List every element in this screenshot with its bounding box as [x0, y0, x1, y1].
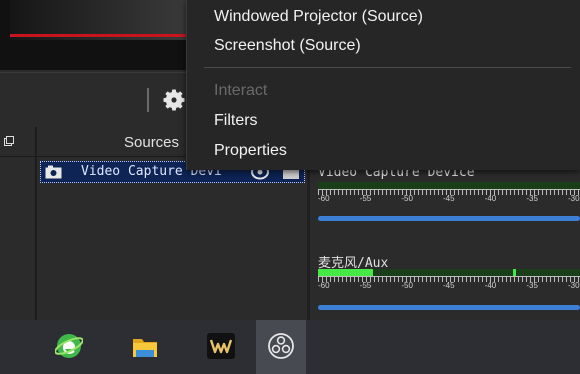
meter-scale-label: -35 — [526, 194, 538, 203]
scenes-panel — [0, 127, 36, 320]
file-explorer-icon — [133, 339, 157, 357]
meter-scale-label: -55 — [359, 194, 372, 203]
menu-item-properties[interactable]: Properties — [214, 142, 287, 160]
meter-scale-label: -60 — [318, 281, 330, 290]
meter-scale-label: -50 — [401, 194, 413, 203]
taskbar-app-wps[interactable] — [196, 320, 246, 374]
internet-explorer-icon — [55, 334, 83, 358]
meter-scale: -60 -55 -50 -45 -40 -35 -30 — [318, 194, 580, 206]
taskbar-app-ie[interactable] — [44, 320, 94, 374]
volume-slider[interactable] — [318, 305, 580, 310]
meter-scale-label: -55 — [359, 281, 372, 290]
undock-icon[interactable] — [4, 136, 14, 146]
wps-office-icon — [207, 333, 235, 359]
menu-item-windowed-projector[interactable]: Windowed Projector (Source) — [214, 8, 423, 26]
meter-scale-label: -50 — [401, 281, 413, 290]
camera-icon — [45, 165, 62, 179]
meter-scale-label: -30 — [568, 281, 580, 290]
menu-item-interact: Interact — [214, 82, 268, 99]
context-menu: Windowed Projector (Source) Screenshot (… — [186, 0, 580, 170]
meter-scale-label: -40 — [484, 194, 497, 203]
volume-slider[interactable] — [318, 216, 580, 221]
taskbar-app-obs[interactable] — [256, 320, 306, 374]
meter-scale-label: -30 — [568, 194, 580, 203]
menu-divider — [204, 67, 571, 68]
menu-item-screenshot[interactable]: Screenshot (Source) — [214, 37, 361, 55]
obs-studio-icon — [268, 333, 294, 359]
sources-title: Sources — [124, 134, 180, 151]
gear-icon[interactable] — [160, 86, 188, 114]
taskbar — [0, 320, 580, 374]
meter-scale-label: -40 — [484, 281, 497, 290]
meter-scale-label: -45 — [443, 194, 455, 203]
toolbar-separator — [147, 88, 149, 112]
taskbar-app-file-explorer[interactable] — [120, 320, 170, 374]
meter-scale: -60 -55 -50 -45 -40 -35 -30 — [318, 281, 580, 293]
meter-scale-label: -35 — [526, 281, 538, 290]
menu-item-filters[interactable]: Filters — [214, 112, 258, 130]
meter-scale-label: -60 — [318, 194, 330, 203]
meter-scale-label: -45 — [443, 281, 455, 290]
